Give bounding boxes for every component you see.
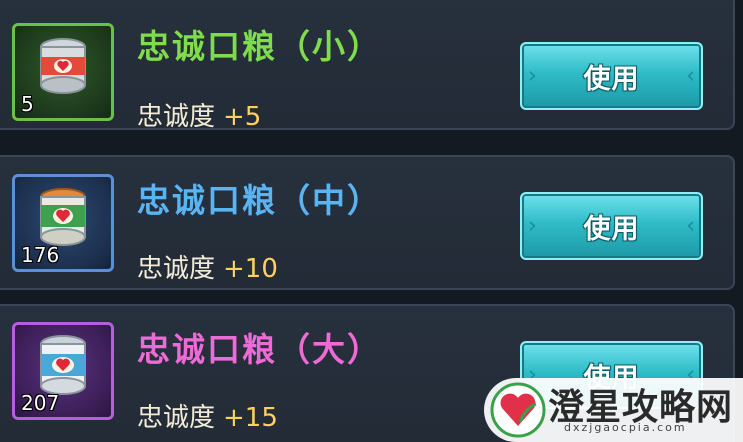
item-count: 176: [21, 243, 60, 267]
watermark-url: dxzjgaocpia.com: [564, 421, 687, 434]
canned-food-medium-icon: [40, 188, 86, 247]
list-item: 176 忠诚口粮（中） 忠诚度 +10 › 使用 ‹: [0, 155, 735, 290]
item-slot[interactable]: 207: [12, 322, 114, 420]
item-name: 忠诚口粮（小）: [137, 27, 382, 66]
watermark: 澄星攻略网 dxzjgaocpia.com: [484, 378, 743, 442]
item-stat: 忠诚度 +10: [137, 248, 278, 285]
item-stat: 忠诚度 +15: [137, 397, 278, 434]
item-name: 忠诚口粮（中）: [137, 181, 382, 220]
stat-label: 忠诚度: [137, 403, 216, 433]
canned-food-large-icon: [40, 335, 86, 396]
item-count: 5: [21, 92, 34, 116]
chevron-right-icon: ›: [528, 63, 537, 89]
stat-value: +10: [223, 254, 278, 284]
heart-logo-icon: [490, 382, 546, 438]
use-button[interactable]: › 使用 ‹: [520, 192, 703, 260]
use-button[interactable]: › 使用 ‹: [520, 42, 703, 110]
chevron-left-icon: ‹: [686, 63, 695, 89]
item-name: 忠诚口粮（大）: [137, 330, 382, 369]
stat-value: +5: [223, 102, 262, 132]
item-slot[interactable]: 5: [12, 23, 114, 121]
stat-label: 忠诚度: [137, 254, 216, 284]
item-list: 5 忠诚口粮（小） 忠诚度 +5 › 使用 ‹ 176 忠诚口粮（中） 忠诚度 +1…: [0, 0, 743, 442]
chevron-left-icon: ‹: [686, 213, 695, 239]
item-stat: 忠诚度 +5: [137, 96, 261, 133]
item-slot[interactable]: 176: [12, 174, 114, 272]
list-item: 5 忠诚口粮（小） 忠诚度 +5 › 使用 ‹: [0, 0, 735, 133]
use-button-label: 使用: [583, 63, 640, 95]
stat-label: 忠诚度: [137, 102, 216, 132]
chevron-right-icon: ›: [528, 213, 537, 239]
stat-value: +15: [223, 403, 278, 433]
canned-food-small-icon: [40, 38, 86, 95]
item-count: 207: [21, 391, 60, 415]
use-button-label: 使用: [583, 213, 640, 245]
